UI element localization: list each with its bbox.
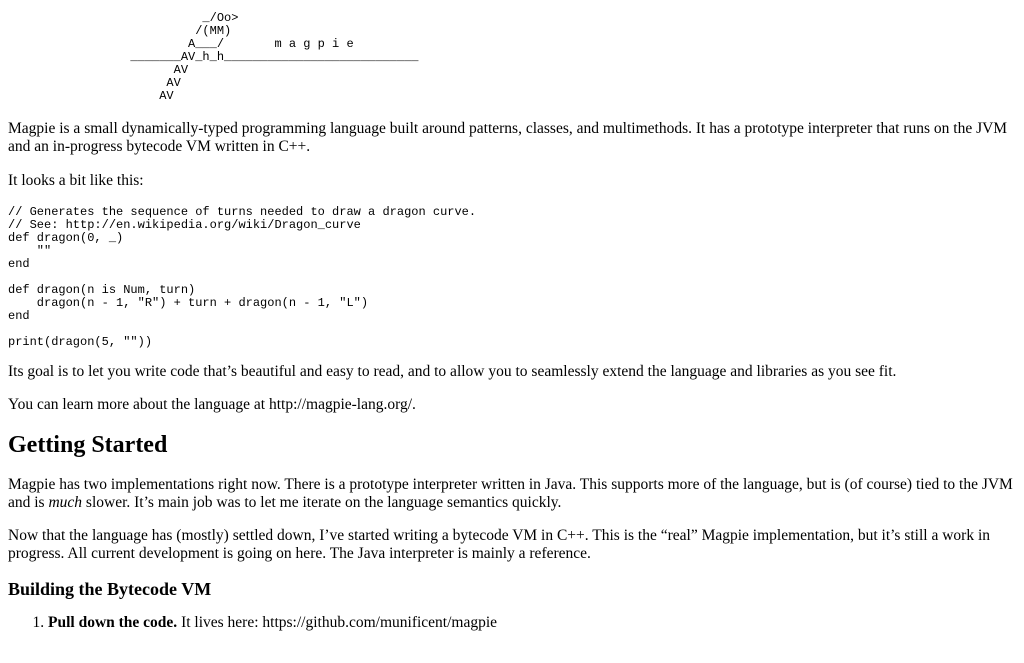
build-step-text: It lives here: https://github.com/munifi…	[177, 614, 498, 631]
implementations-emphasis: much	[48, 494, 83, 511]
goal-paragraph: Its goal is to let you write code that’s…	[8, 363, 897, 380]
magpie-ascii-logo: _/Oo> /(MM) A___/ m a g p i e _______AV_…	[130, 11, 419, 103]
build-step-title: Pull down the code.	[48, 614, 178, 631]
build-step: Pull down the code. It lives here: https…	[48, 614, 1016, 632]
intro-paragraph: Magpie is a small dynamically-typed prog…	[8, 120, 1008, 155]
implementations-text-end: slower. It’s main job was to let me iter…	[82, 494, 562, 511]
build-steps-list: Pull down the code. It lives here: https…	[8, 614, 1016, 632]
looks-like-paragraph: It looks a bit like this:	[8, 172, 144, 189]
settled-paragraph: Now that the language has (mostly) settl…	[8, 527, 991, 562]
getting-started-heading: Getting Started	[8, 432, 168, 458]
readme-page: _/Oo> /(MM) A___/ m a g p i e _______AV_…	[0, 0, 1024, 632]
building-heading: Building the Bytecode VM	[8, 579, 212, 599]
code-sample-block: // Generates the sequence of turns neede…	[8, 205, 477, 349]
learn-more-paragraph: You can learn more about the language at…	[8, 396, 416, 413]
implementations-paragraph: Magpie has two implementations right now…	[8, 476, 1016, 512]
